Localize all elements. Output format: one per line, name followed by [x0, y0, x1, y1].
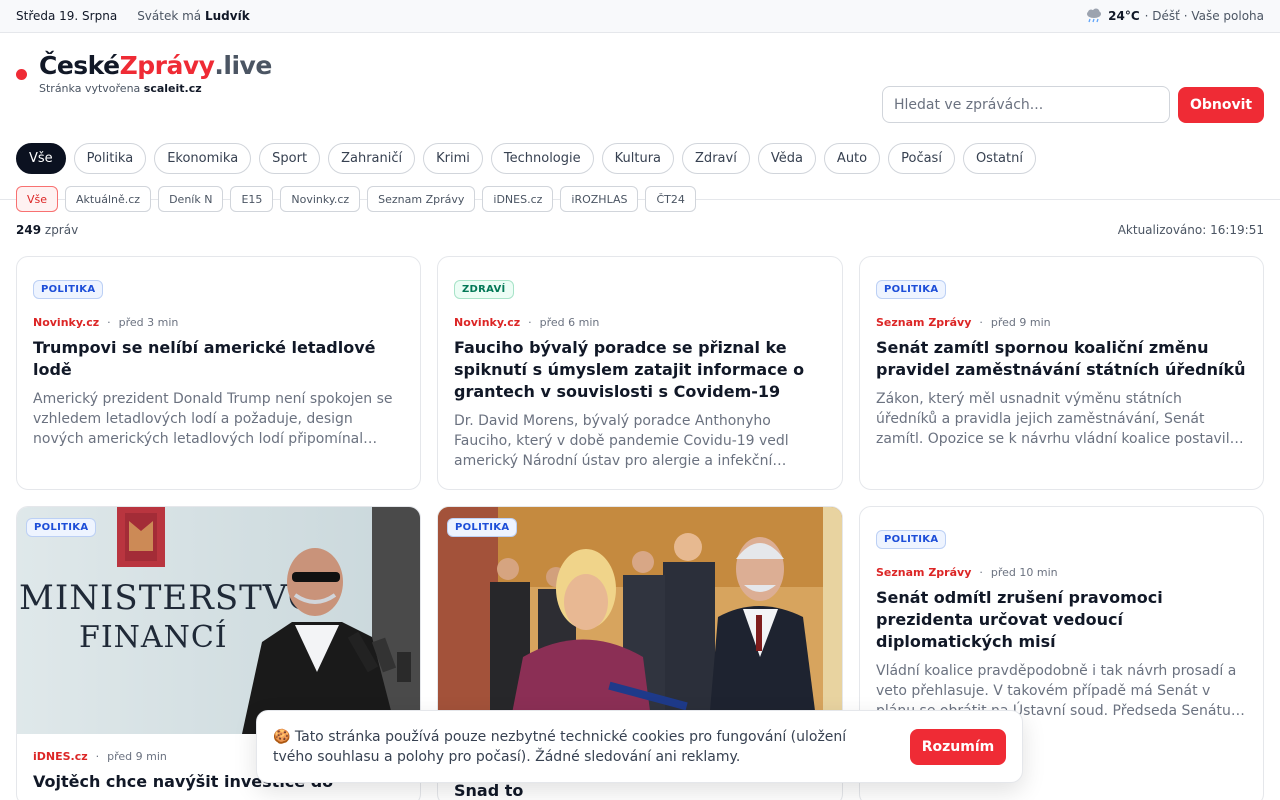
category-tag: POLITIKA — [876, 280, 947, 299]
article-time: před 6 min — [539, 316, 600, 329]
nameday: Svátek má Ludvík — [137, 9, 250, 23]
brand[interactable]: ČeskéZprávy.live Stránka vytvořena scale… — [16, 51, 272, 95]
image-text-line2: FINANCÍ — [79, 619, 228, 655]
category-tag: POLITIKA — [26, 518, 97, 537]
rain-cloud-icon — [1085, 8, 1103, 24]
live-dot-icon — [16, 69, 27, 80]
nameday-name: Ludvík — [204, 9, 250, 23]
news-card[interactable]: POLITIKA Seznam Zprávy · před 9 min Sená… — [859, 256, 1264, 490]
article-title[interactable]: Fauciho bývalý poradce se přiznal ke spi… — [454, 337, 826, 403]
news-card[interactable]: POLITIKA Novinky.cz · před 3 min Trumpov… — [16, 256, 421, 490]
article-source: iDNES.cz — [33, 750, 88, 763]
source-chip-irozhlas[interactable]: iROZHLAS — [560, 186, 639, 212]
news-info-row: 249 zpráv Aktualizováno: 16:19:51 — [16, 223, 1264, 237]
date-nameday: Středa 19. Srpna Svátek má Ludvík — [16, 9, 250, 23]
article-meta: Seznam Zprávy · před 10 min — [876, 566, 1247, 579]
category-chip-krimi[interactable]: Krimi — [423, 143, 483, 174]
article-time: před 9 min — [107, 750, 167, 763]
article-source: Novinky.cz — [454, 316, 521, 329]
credit-prefix: Stránka vytvořena — [39, 82, 141, 95]
category-chip-auto[interactable]: Auto — [823, 143, 881, 174]
source-chip-novinky[interactable]: Novinky.cz — [280, 186, 361, 212]
site-header: ČeskéZprávy.live Stránka vytvořena scale… — [0, 33, 1280, 212]
category-chip-kultura[interactable]: Kultura — [601, 143, 675, 174]
article-image[interactable]: POLITIKA — [438, 507, 842, 734]
credit-link[interactable]: scaleit.cz — [144, 82, 202, 95]
category-chip-pocasi[interactable]: Počasí — [888, 143, 955, 174]
category-chip-zahranici[interactable]: Zahraničí — [328, 143, 416, 174]
news-count: 249 zpráv — [16, 223, 78, 237]
cookie-text: 🍪 Tato stránka používá pouze nezbytné te… — [273, 728, 847, 765]
news-card[interactable]: ZDRAVÍ Novinky.cz · před 6 min Fauciho b… — [437, 256, 843, 490]
article-description: Americký prezident Donald Trump není spo… — [33, 391, 393, 447]
article-source: Seznam Zprávy — [876, 566, 972, 579]
meta-separator: · — [95, 750, 100, 763]
top-info-bar: Středa 19. Srpna Svátek má Ludvík 24°C ·… — [0, 0, 1280, 33]
nameday-prefix: Svátek má — [137, 9, 202, 23]
category-filter: Vše Politika Ekonomika Sport Zahraničí K… — [16, 143, 1036, 174]
category-chip-ostatni[interactable]: Ostatní — [962, 143, 1036, 174]
article-time: před 3 min — [118, 316, 179, 329]
article-image[interactable]: MINISTERSTVO FINANCÍ POLITIKA — [17, 507, 420, 734]
temperature: 24°C — [1108, 9, 1140, 23]
weather-widget[interactable]: 24°C · Déšť · Vaše poloha — [1085, 8, 1264, 24]
source-chip-aktualne[interactable]: Aktuálně.cz — [65, 186, 152, 212]
site-credit: Stránka vytvořena scaleit.cz — [39, 82, 272, 95]
article-meta: Seznam Zprávy · před 9 min — [876, 316, 1247, 329]
weather-text: · Déšť · Vaše poloha — [1144, 9, 1264, 23]
article-description: Dr. David Morens, bývalý poradce Anthony… — [454, 413, 789, 469]
logo-part-live: .live — [214, 51, 272, 80]
category-tag: POLITIKA — [447, 518, 518, 537]
article-source: Novinky.cz — [33, 316, 100, 329]
news-count-label: zpráv — [44, 223, 79, 237]
cookie-accept-button[interactable]: Rozumím — [910, 728, 1006, 765]
news-count-number: 249 — [16, 223, 42, 237]
article-meta: Novinky.cz · před 3 min — [33, 316, 404, 329]
article-title[interactable]: Trumpovi se nelíbí americké letadlové lo… — [33, 337, 404, 381]
category-tag: ZDRAVÍ — [454, 280, 514, 299]
image-text-line1: MINISTERSTVO — [19, 578, 317, 618]
category-chip-politika[interactable]: Politika — [73, 143, 147, 174]
cookie-banner: 🍪 Tato stránka používá pouze nezbytné te… — [256, 710, 1023, 783]
source-chip-vse[interactable]: Vše — [16, 186, 59, 212]
meta-separator: · — [528, 316, 532, 329]
refresh-button[interactable]: Obnovit — [1178, 87, 1264, 123]
category-chip-vse[interactable]: Vše — [16, 143, 66, 174]
current-date: Středa 19. Srpna — [16, 9, 118, 23]
article-meta: Novinky.cz · před 6 min — [454, 316, 826, 329]
logo-part-ceske: České — [39, 51, 120, 80]
category-chip-technologie[interactable]: Technologie — [490, 143, 594, 174]
last-updated: Aktualizováno: 16:19:51 — [1117, 223, 1264, 237]
meta-separator: · — [979, 566, 983, 579]
article-title[interactable]: Senát zamítl spornou koaliční změnu prav… — [876, 337, 1247, 381]
meta-separator: · — [979, 316, 983, 329]
source-chip-idnes[interactable]: iDNES.cz — [482, 186, 554, 212]
category-tag: POLITIKA — [33, 280, 104, 299]
source-chip-denik-n[interactable]: Deník N — [158, 186, 224, 212]
site-logo[interactable]: ČeskéZprávy.live — [39, 51, 272, 81]
article-time: před 9 min — [990, 316, 1051, 329]
article-description: Zákon, který měl usnadnit výměnu státníc… — [876, 391, 1239, 447]
source-chip-seznam-zpravy[interactable]: Seznam Zprávy — [367, 186, 476, 212]
category-tag: POLITIKA — [876, 530, 947, 549]
category-chip-veda[interactable]: Věda — [757, 143, 816, 174]
category-chip-ekonomika[interactable]: Ekonomika — [154, 143, 252, 174]
source-chip-e15[interactable]: E15 — [230, 186, 274, 212]
source-chip-ct24[interactable]: ČT24 — [645, 186, 696, 212]
source-filter: Vše Aktuálně.cz Deník N E15 Novinky.cz S… — [16, 186, 696, 212]
category-chip-sport[interactable]: Sport — [259, 143, 321, 174]
search-input[interactable] — [882, 86, 1170, 123]
article-source: Seznam Zprávy — [876, 316, 972, 329]
article-title[interactable]: Senát odmítl zrušení pravomoci prezident… — [876, 587, 1247, 653]
category-chip-zdravi[interactable]: Zdraví — [682, 143, 750, 174]
article-time: před 10 min — [990, 566, 1058, 579]
meta-separator: · — [107, 316, 111, 329]
logo-part-zpravy: Zprávy — [119, 51, 215, 80]
